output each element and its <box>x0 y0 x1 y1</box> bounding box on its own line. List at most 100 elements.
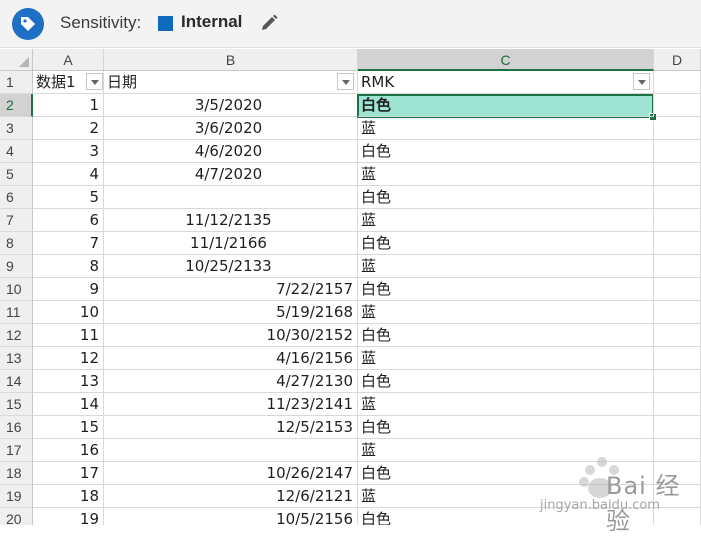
cell-a[interactable]: 18 <box>33 485 104 508</box>
cell-a[interactable]: 8 <box>33 255 104 278</box>
cell-header-c[interactable]: RMK <box>358 71 654 94</box>
cell-a[interactable]: 12 <box>33 347 104 370</box>
row-header[interactable]: 18 <box>0 462 33 485</box>
column-header-a[interactable]: A <box>33 49 104 71</box>
cell-c[interactable]: 蓝 <box>358 209 654 232</box>
row-header[interactable]: 2 <box>0 94 33 117</box>
cell-b[interactable]: 12/6/2121 <box>104 485 358 508</box>
cell-header-d[interactable] <box>654 71 701 94</box>
cell-a[interactable]: 5 <box>33 186 104 209</box>
cell-a[interactable]: 14 <box>33 393 104 416</box>
cell-b[interactable]: 10/30/2152 <box>104 324 358 347</box>
cell-b[interactable]: 5/19/2168 <box>104 301 358 324</box>
row-header[interactable]: 10 <box>0 278 33 301</box>
cell-c[interactable]: 白色 <box>358 324 654 347</box>
cell-c[interactable]: 蓝 <box>358 163 654 186</box>
pencil-icon[interactable] <box>259 13 279 37</box>
row-header[interactable]: 6 <box>0 186 33 209</box>
cell-d[interactable] <box>654 255 701 278</box>
cell-b[interactable]: 7/22/2157 <box>104 278 358 301</box>
select-all-corner[interactable] <box>0 49 33 71</box>
row-header[interactable]: 1 <box>0 71 33 94</box>
cell-c[interactable]: 白色 <box>358 186 654 209</box>
cell-d[interactable] <box>654 163 701 186</box>
cell-a[interactable]: 10 <box>33 301 104 324</box>
sensitivity-value[interactable]: Internal <box>181 12 242 32</box>
cell-b[interactable]: 3/6/2020 <box>104 117 358 140</box>
cell-d[interactable] <box>654 416 701 439</box>
cell-a[interactable]: 17 <box>33 462 104 485</box>
filter-dropdown-b[interactable] <box>337 73 354 90</box>
cell-b[interactable]: 11/1/2166 <box>104 232 358 255</box>
row-header[interactable]: 11 <box>0 301 33 324</box>
cell-c[interactable]: 白色 <box>358 94 654 117</box>
row-header[interactable]: 5 <box>0 163 33 186</box>
row-header[interactable]: 20 <box>0 508 33 525</box>
cell-a[interactable]: 3 <box>33 140 104 163</box>
column-header-d[interactable]: D <box>654 49 701 71</box>
cell-d[interactable] <box>654 393 701 416</box>
cell-d[interactable] <box>654 186 701 209</box>
cell-c[interactable]: 蓝 <box>358 393 654 416</box>
filter-dropdown-c[interactable] <box>633 73 650 90</box>
row-header[interactable]: 8 <box>0 232 33 255</box>
tag-icon[interactable] <box>12 8 44 40</box>
column-header-c[interactable]: C <box>358 49 654 71</box>
cell-d[interactable] <box>654 324 701 347</box>
cell-c[interactable]: 蓝 <box>358 347 654 370</box>
row-header[interactable]: 19 <box>0 485 33 508</box>
cell-d[interactable] <box>654 232 701 255</box>
cell-b[interactable]: 10/25/2133 <box>104 255 358 278</box>
cell-a[interactable]: 2 <box>33 117 104 140</box>
cell-c[interactable]: 白色 <box>358 278 654 301</box>
cell-a[interactable]: 19 <box>33 508 104 525</box>
cell-a[interactable]: 9 <box>33 278 104 301</box>
cell-d[interactable] <box>654 370 701 393</box>
cell-c[interactable]: 蓝 <box>358 255 654 278</box>
cell-c[interactable]: 蓝 <box>358 301 654 324</box>
cell-b[interactable]: 12/5/2153 <box>104 416 358 439</box>
cell-a[interactable]: 4 <box>33 163 104 186</box>
row-header[interactable]: 17 <box>0 439 33 462</box>
cell-a[interactable]: 11 <box>33 324 104 347</box>
cell-a[interactable]: 16 <box>33 439 104 462</box>
cell-d[interactable] <box>654 347 701 370</box>
row-header[interactable]: 16 <box>0 416 33 439</box>
cell-b[interactable]: 4/27/2130 <box>104 370 358 393</box>
column-header-b[interactable]: B <box>104 49 358 71</box>
cell-b[interactable]: 3/5/2020 <box>104 94 358 117</box>
cell-b[interactable]: 10/5/2156 <box>104 508 358 525</box>
row-header[interactable]: 14 <box>0 370 33 393</box>
cell-header-b[interactable]: 日期 <box>104 71 358 94</box>
cell-c[interactable]: 白色 <box>358 232 654 255</box>
cell-b[interactable] <box>104 186 358 209</box>
cell-c[interactable]: 白色 <box>358 140 654 163</box>
cell-a[interactable]: 15 <box>33 416 104 439</box>
cell-b[interactable]: 10/26/2147 <box>104 462 358 485</box>
filter-dropdown-a[interactable] <box>86 73 103 90</box>
cell-a[interactable]: 1 <box>33 94 104 117</box>
cell-a[interactable]: 13 <box>33 370 104 393</box>
cell-b[interactable]: 11/12/2135 <box>104 209 358 232</box>
cell-d[interactable] <box>654 301 701 324</box>
row-header[interactable]: 15 <box>0 393 33 416</box>
cell-header-a[interactable]: 数据1 <box>33 71 104 94</box>
row-header[interactable]: 7 <box>0 209 33 232</box>
cell-a[interactable]: 7 <box>33 232 104 255</box>
row-header[interactable]: 12 <box>0 324 33 347</box>
row-header[interactable]: 9 <box>0 255 33 278</box>
cell-d[interactable] <box>654 278 701 301</box>
cell-d[interactable] <box>654 94 701 117</box>
cell-d[interactable] <box>654 209 701 232</box>
row-header[interactable]: 13 <box>0 347 33 370</box>
cell-b[interactable]: 4/6/2020 <box>104 140 358 163</box>
cell-b[interactable]: 4/7/2020 <box>104 163 358 186</box>
row-header[interactable]: 4 <box>0 140 33 163</box>
cell-c[interactable]: 白色 <box>358 370 654 393</box>
cell-a[interactable]: 6 <box>33 209 104 232</box>
cell-c[interactable]: 白色 <box>358 416 654 439</box>
cell-d[interactable] <box>654 117 701 140</box>
row-header[interactable]: 3 <box>0 117 33 140</box>
cell-b[interactable] <box>104 439 358 462</box>
cell-c[interactable]: 蓝 <box>358 117 654 140</box>
